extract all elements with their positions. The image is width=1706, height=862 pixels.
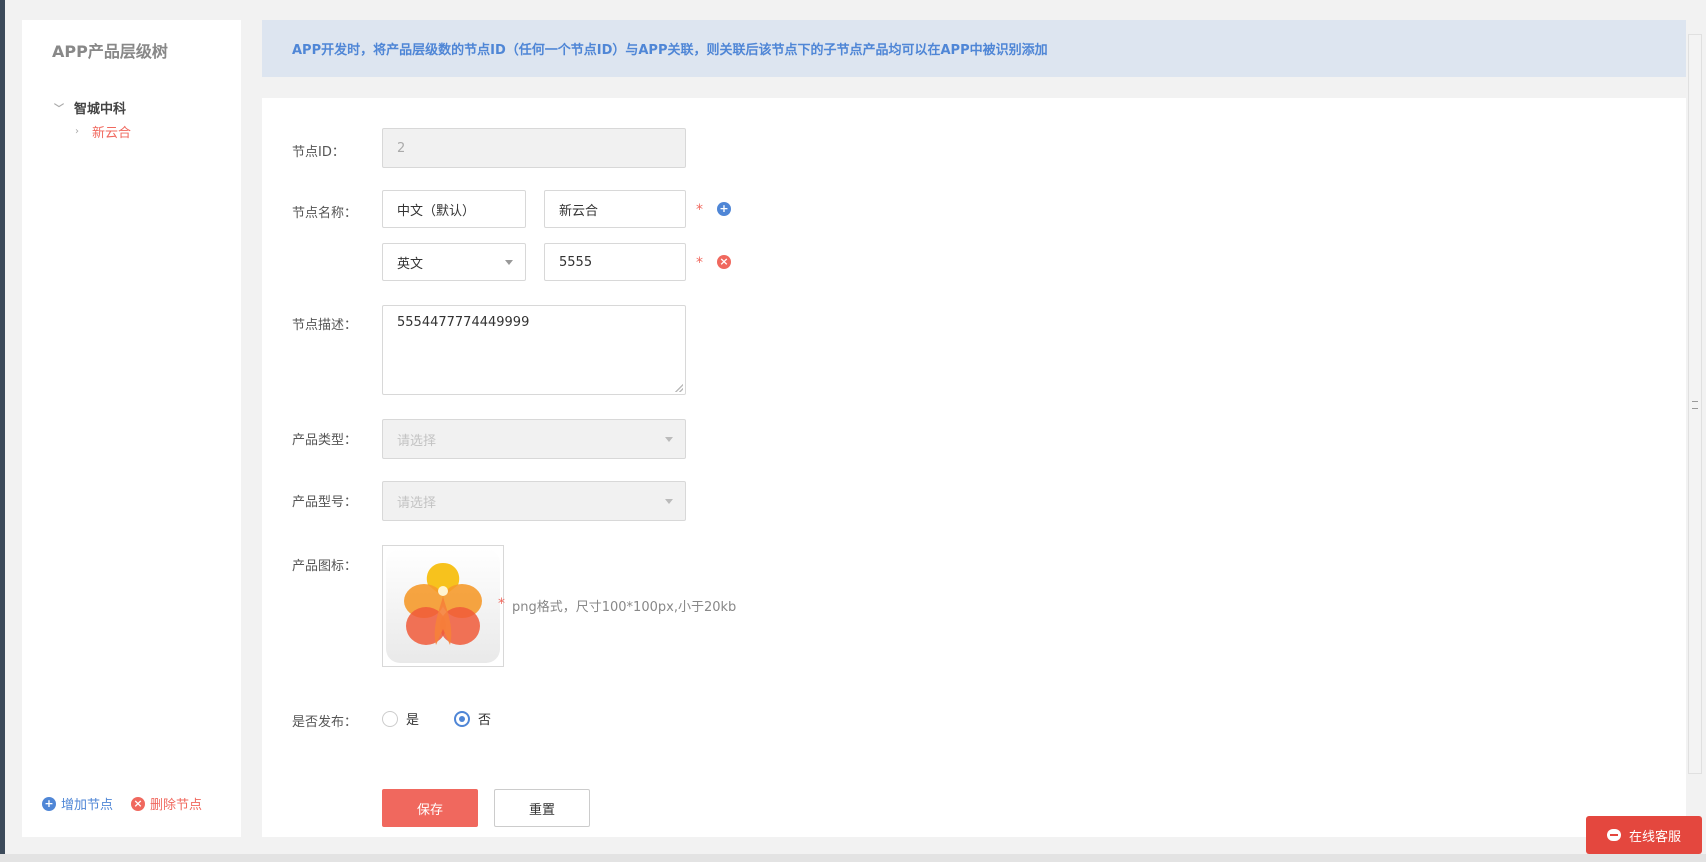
publish-yes-label: 是: [406, 713, 420, 728]
language-select[interactable]: 英文: [382, 243, 526, 281]
node-desc-label: 节点描述：: [292, 318, 358, 333]
chevron-down-icon[interactable]: ﹀: [52, 100, 66, 115]
chat-bubble-icon: [1606, 829, 1621, 841]
product-model-select[interactable]: 请选择: [382, 481, 686, 521]
app-logo-icon: [386, 549, 500, 663]
radio-unchecked-icon: [382, 710, 398, 727]
delete-node-label: 删除节点: [150, 798, 203, 813]
tree-node-child[interactable]: › 新云合: [70, 122, 131, 141]
publish-no-label: 否: [478, 713, 492, 728]
remove-language-icon[interactable]: ×: [717, 255, 731, 269]
required-mark: *: [498, 596, 505, 612]
caret-down-icon: [505, 260, 513, 265]
reset-button[interactable]: 重置: [494, 789, 590, 827]
bottom-bar: [0, 854, 1706, 862]
language-field-default: 中文（默认）: [382, 190, 526, 228]
publish-radio-no[interactable]: 否: [454, 709, 491, 728]
node-desc-textarea[interactable]: 5554477774449999: [382, 305, 686, 395]
plus-circle-icon: +: [42, 796, 56, 811]
product-icon-upload[interactable]: [382, 545, 504, 667]
sidebar-title: APP产品层级树: [52, 42, 168, 61]
online-support-label: 在线客服: [1628, 829, 1681, 845]
node-name-input-english[interactable]: 5555: [544, 243, 686, 281]
node-id-field[interactable]: 2: [382, 128, 686, 168]
product-model-placeholder: 请选择: [397, 495, 437, 511]
delete-node-button[interactable]: × 删除节点: [131, 794, 202, 813]
publish-radio-yes[interactable]: 是: [382, 709, 419, 728]
radio-checked-icon: [454, 710, 470, 727]
publish-label: 是否发布：: [292, 715, 358, 730]
notice-banner: APP开发时，将产品层级数的节点ID（任何一个节点ID）与APP关联，则关联后该…: [262, 20, 1686, 77]
sidebar-panel: APP产品层级树 ﹀ 智城中科 › 新云合 + 增加节点 × 删除节点: [22, 20, 241, 837]
product-icon-label: 产品图标：: [292, 559, 358, 574]
node-desc-value: 5554477774449999: [397, 315, 530, 330]
product-type-placeholder: 请选择: [397, 433, 437, 449]
required-mark: *: [696, 255, 703, 271]
resize-handle-icon[interactable]: [675, 384, 683, 392]
caret-down-icon: [665, 437, 673, 442]
tree-node-child-label: 新云合: [92, 126, 132, 141]
node-name-input-default[interactable]: 新云合: [544, 190, 686, 228]
product-type-select[interactable]: 请选择: [382, 419, 686, 459]
add-node-button[interactable]: + 增加节点: [42, 794, 113, 813]
node-form: 节点ID： 2 节点名称： 中文（默认） 新云合 * + 英文 5555 * ×…: [262, 98, 1686, 837]
icon-format-hint: png格式，尺寸100*100px,小于20kb: [512, 600, 737, 615]
window-edge: [0, 0, 5, 862]
language-select-value: 英文: [397, 256, 424, 272]
product-model-label: 产品型号：: [292, 495, 358, 510]
node-name-label: 节点名称：: [292, 206, 358, 221]
save-button[interactable]: 保存: [382, 789, 478, 827]
online-support-button[interactable]: 在线客服: [1586, 816, 1702, 854]
tree-node-root[interactable]: ﹀ 智城中科: [52, 98, 126, 117]
chevron-right-icon[interactable]: ›: [70, 126, 84, 137]
caret-down-icon: [665, 499, 673, 504]
node-id-label: 节点ID：: [292, 145, 345, 160]
required-mark: *: [696, 202, 703, 218]
tree-node-root-label: 智城中科: [74, 102, 127, 117]
close-circle-icon: ×: [131, 796, 146, 811]
product-type-label: 产品类型：: [292, 433, 358, 448]
sidebar-actions: + 增加节点 × 删除节点: [42, 794, 202, 813]
add-node-label: 增加节点: [61, 798, 114, 813]
vertical-scrollbar[interactable]: [1688, 34, 1702, 774]
scrollbar-grip-icon: [1692, 401, 1698, 409]
add-language-icon[interactable]: +: [717, 202, 731, 216]
